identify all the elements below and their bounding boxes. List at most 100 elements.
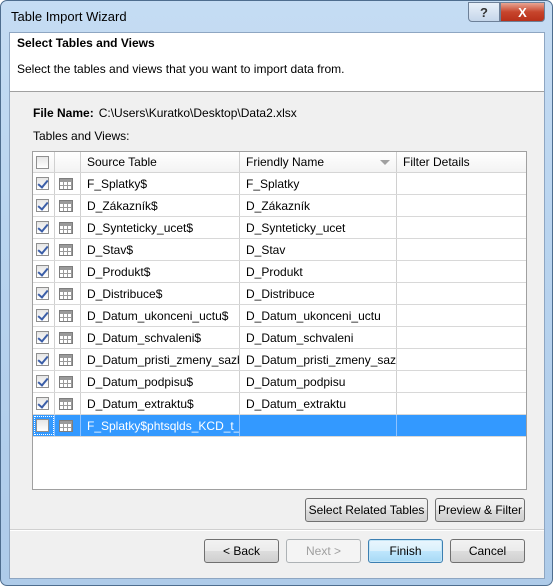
column-header-filter[interactable]: Filter Details bbox=[397, 152, 526, 172]
table-icon bbox=[59, 375, 73, 388]
filter-details-cell bbox=[397, 371, 526, 392]
file-name: File Name: C:\Users\Kuratko\Desktop\Data2… bbox=[33, 106, 297, 120]
page-description: Select the tables and views that you wan… bbox=[17, 62, 345, 76]
filter-details-cell bbox=[397, 195, 526, 216]
filter-details-cell bbox=[397, 173, 526, 194]
table-icon bbox=[59, 177, 73, 190]
friendly-name-cell[interactable]: F_Splatky bbox=[240, 173, 397, 194]
filter-details-cell bbox=[397, 261, 526, 282]
source-table-cell: D_Zákazník$ bbox=[81, 195, 240, 216]
select-all-checkbox[interactable] bbox=[36, 155, 49, 169]
row-checkbox[interactable] bbox=[36, 287, 49, 300]
filter-details-cell bbox=[397, 327, 526, 348]
select-related-tables-button[interactable]: Select Related Tables bbox=[305, 498, 428, 522]
filter-details-cell bbox=[397, 239, 526, 260]
friendly-name-cell[interactable]: D_Datum_extraktu bbox=[240, 393, 397, 414]
row-checkbox[interactable] bbox=[36, 199, 49, 212]
close-button[interactable]: X bbox=[500, 2, 545, 22]
friendly-name-cell[interactable]: D_Datum_ukonceni_uctu bbox=[240, 305, 397, 326]
table-row[interactable]: F_Splatky$phtsqlds_KCD_t_... bbox=[33, 415, 526, 437]
source-table-cell: F_Splatky$phtsqlds_KCD_t_... bbox=[81, 415, 240, 436]
row-checkbox[interactable] bbox=[36, 243, 49, 256]
friendly-name-cell[interactable]: D_Datum_pristi_zmeny_sazby bbox=[240, 349, 397, 370]
table-icon bbox=[59, 243, 73, 256]
source-table-cell: D_Datum_extraktu$ bbox=[81, 393, 240, 414]
filter-details-cell bbox=[397, 415, 526, 436]
table-icon bbox=[59, 353, 73, 366]
help-button[interactable]: ? bbox=[468, 2, 500, 22]
window-title: Table Import Wizard bbox=[11, 9, 127, 24]
table-row[interactable]: D_Datum_pristi_zmeny_sazby$ D_Datum_pris… bbox=[33, 349, 526, 371]
page-title: Select Tables and Views bbox=[17, 36, 155, 50]
row-checkbox[interactable] bbox=[36, 397, 49, 410]
table-row[interactable]: D_Synteticky_ucet$ D_Synteticky_ucet bbox=[33, 217, 526, 239]
source-table-cell: D_Synteticky_ucet$ bbox=[81, 217, 240, 238]
row-checkbox[interactable] bbox=[36, 375, 49, 388]
table-icon bbox=[59, 199, 73, 212]
source-table-cell: D_Datum_pristi_zmeny_sazby$ bbox=[81, 349, 240, 370]
filter-details-cell bbox=[397, 349, 526, 370]
filter-details-cell bbox=[397, 283, 526, 304]
source-table-cell: D_Datum_podpisu$ bbox=[81, 371, 240, 392]
tables-grid: Source Table Friendly Name Filter Detail… bbox=[32, 151, 527, 490]
back-button[interactable]: < Back bbox=[204, 539, 279, 563]
column-header-source[interactable]: Source Table bbox=[81, 152, 240, 172]
row-checkbox[interactable] bbox=[36, 177, 49, 190]
table-row[interactable]: F_Splatky$ F_Splatky bbox=[33, 173, 526, 195]
row-checkbox[interactable] bbox=[36, 221, 49, 234]
finish-button[interactable]: Finish bbox=[368, 539, 443, 563]
table-icon bbox=[59, 265, 73, 278]
friendly-name-cell[interactable]: D_Distribuce bbox=[240, 283, 397, 304]
icon-column-header bbox=[55, 152, 81, 172]
table-icon bbox=[59, 221, 73, 234]
dialog-body: Select Tables and Views Select the table… bbox=[9, 32, 545, 579]
friendly-name-cell[interactable] bbox=[240, 415, 397, 436]
source-table-cell: D_Produkt$ bbox=[81, 261, 240, 282]
filter-details-cell bbox=[397, 217, 526, 238]
divider bbox=[10, 529, 544, 531]
table-icon bbox=[59, 331, 73, 344]
table-row[interactable]: D_Distribuce$ D_Distribuce bbox=[33, 283, 526, 305]
source-table-cell: D_Distribuce$ bbox=[81, 283, 240, 304]
table-icon bbox=[59, 419, 73, 432]
column-header-friendly[interactable]: Friendly Name bbox=[240, 152, 397, 172]
table-icon bbox=[59, 309, 73, 322]
table-row[interactable]: D_Datum_extraktu$ D_Datum_extraktu bbox=[33, 393, 526, 415]
row-checkbox[interactable] bbox=[36, 353, 49, 366]
grid-header: Source Table Friendly Name Filter Detail… bbox=[33, 152, 526, 173]
source-table-cell: D_Datum_ukonceni_uctu$ bbox=[81, 305, 240, 326]
next-button[interactable]: Next > bbox=[286, 539, 361, 563]
file-path: C:\Users\Kuratko\Desktop\Data2.xlsx bbox=[98, 106, 297, 120]
row-checkbox[interactable] bbox=[36, 419, 49, 432]
table-icon bbox=[59, 287, 73, 300]
row-checkbox[interactable] bbox=[36, 265, 49, 278]
friendly-name-cell[interactable]: D_Datum_podpisu bbox=[240, 371, 397, 392]
wizard-header: Select Tables and Views Select the table… bbox=[10, 33, 544, 92]
row-checkbox[interactable] bbox=[36, 309, 49, 322]
source-table-cell: D_Stav$ bbox=[81, 239, 240, 260]
dialog-window: Table Import Wizard ? X Select Tables an… bbox=[0, 0, 553, 586]
friendly-name-cell[interactable]: D_Synteticky_ucet bbox=[240, 217, 397, 238]
sort-arrow-icon bbox=[380, 160, 390, 165]
filter-details-cell bbox=[397, 393, 526, 414]
friendly-name-cell[interactable]: D_Produkt bbox=[240, 261, 397, 282]
preview-filter-button[interactable]: Preview & Filter bbox=[435, 498, 525, 522]
friendly-name-cell[interactable]: D_Zákazník bbox=[240, 195, 397, 216]
friendly-name-cell[interactable]: D_Stav bbox=[240, 239, 397, 260]
table-row[interactable]: D_Datum_podpisu$ D_Datum_podpisu bbox=[33, 371, 526, 393]
column-header-friendly-label: Friendly Name bbox=[246, 155, 325, 169]
file-name-label: File Name: bbox=[33, 106, 94, 120]
table-row[interactable]: D_Zákazník$ D_Zákazník bbox=[33, 195, 526, 217]
filter-details-cell bbox=[397, 305, 526, 326]
table-row[interactable]: D_Datum_ukonceni_uctu$ D_Datum_ukonceni_… bbox=[33, 305, 526, 327]
row-checkbox[interactable] bbox=[36, 331, 49, 344]
source-table-cell: D_Datum_schvaleni$ bbox=[81, 327, 240, 348]
source-table-cell: F_Splatky$ bbox=[81, 173, 240, 194]
table-icon bbox=[59, 397, 73, 410]
tables-label: Tables and Views: bbox=[33, 129, 130, 143]
table-row[interactable]: D_Datum_schvaleni$ D_Datum_schvaleni bbox=[33, 327, 526, 349]
friendly-name-cell[interactable]: D_Datum_schvaleni bbox=[240, 327, 397, 348]
table-row[interactable]: D_Stav$ D_Stav bbox=[33, 239, 526, 261]
table-row[interactable]: D_Produkt$ D_Produkt bbox=[33, 261, 526, 283]
cancel-button[interactable]: Cancel bbox=[450, 539, 525, 563]
